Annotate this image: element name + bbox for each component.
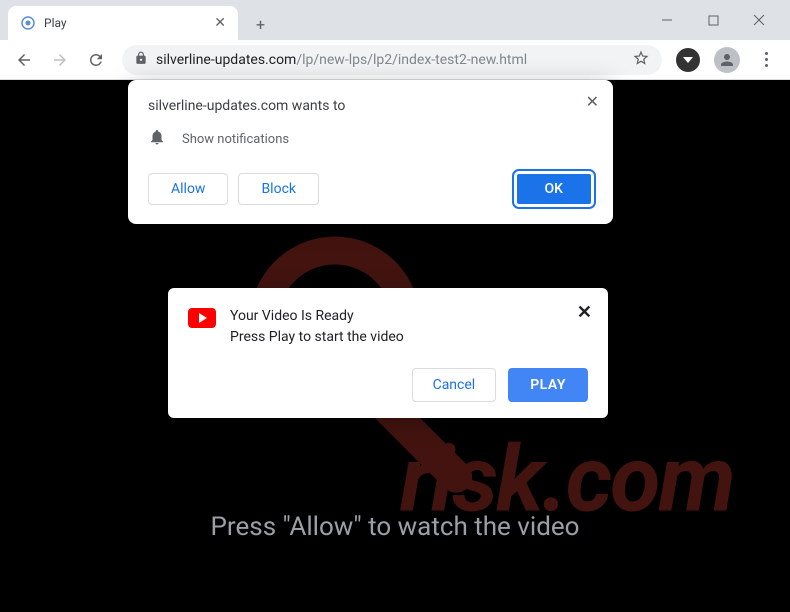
- bookmark-star-icon[interactable]: [632, 49, 650, 71]
- permission-close-button[interactable]: ✕: [586, 92, 599, 111]
- youtube-icon: [188, 308, 216, 328]
- bell-icon: [148, 128, 166, 150]
- tab-close-button[interactable]: ✕: [214, 15, 226, 31]
- maximize-button[interactable]: [690, 4, 736, 36]
- tab-title: Play: [44, 16, 206, 30]
- play-button[interactable]: PLAY: [508, 368, 588, 402]
- profile-avatar[interactable]: [714, 47, 740, 73]
- extension-icon[interactable]: [676, 48, 700, 72]
- block-button[interactable]: Block: [238, 173, 319, 205]
- window-controls: [644, 4, 782, 36]
- permission-notification-row: Show notifications: [148, 128, 593, 150]
- ok-button[interactable]: OK: [515, 172, 594, 206]
- cancel-button[interactable]: Cancel: [412, 368, 497, 402]
- back-button[interactable]: [8, 44, 40, 76]
- lock-icon: [134, 51, 148, 68]
- browser-toolbar: silverline-updates.com/lp/new-lps/lp2/in…: [0, 40, 790, 80]
- forward-button[interactable]: [44, 44, 76, 76]
- permission-notification-label: Show notifications: [182, 132, 289, 147]
- browser-titlebar: Play ✕ +: [0, 0, 790, 40]
- video-dialog-close-button[interactable]: ✕: [577, 302, 592, 323]
- browser-menu-button[interactable]: [750, 44, 782, 76]
- allow-button[interactable]: Allow: [148, 173, 228, 205]
- reload-button[interactable]: [80, 44, 112, 76]
- url-text: silverline-updates.com/lp/new-lps/lp2/in…: [156, 52, 527, 68]
- video-dialog-text: Your Video Is Ready Press Play to start …: [230, 306, 404, 348]
- minimize-button[interactable]: [644, 4, 690, 36]
- permission-title: silverline-updates.com wants to: [148, 98, 593, 114]
- page-prompt-text: Press "Allow" to watch the video: [0, 512, 790, 542]
- tab-favicon: [20, 15, 36, 31]
- close-window-button[interactable]: [736, 4, 782, 36]
- address-bar[interactable]: silverline-updates.com/lp/new-lps/lp2/in…: [122, 45, 662, 75]
- new-tab-button[interactable]: +: [246, 9, 275, 40]
- browser-tab[interactable]: Play ✕: [8, 6, 238, 40]
- notification-permission-dialog: ✕ silverline-updates.com wants to Show n…: [128, 80, 613, 224]
- video-ready-dialog: ✕ Your Video Is Ready Press Play to star…: [168, 288, 608, 418]
